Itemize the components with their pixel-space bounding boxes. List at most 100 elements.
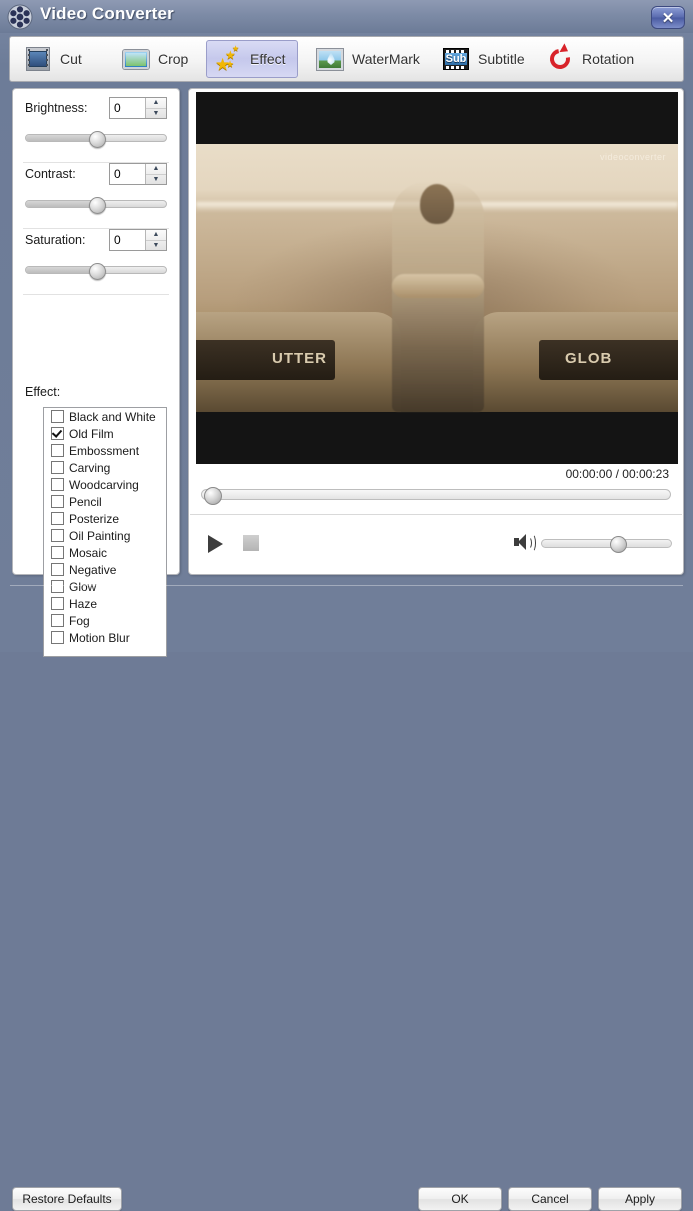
stepper-down-icon[interactable]: ▼: [146, 175, 166, 185]
list-item-label: Oil Painting: [69, 528, 131, 543]
speaker-icon[interactable]: [514, 533, 536, 552]
video-subject-head: [420, 184, 454, 224]
brightness-group: Brightness: 0 ▲ ▼: [13, 93, 179, 157]
video-plate-right: GLOB: [539, 340, 678, 380]
divider: [190, 514, 682, 515]
video-preview[interactable]: UTTER GLOB videoconverter: [196, 92, 678, 464]
list-item[interactable]: Mosaic: [44, 544, 166, 561]
list-item-label: Black and White: [69, 409, 156, 424]
slider-thumb[interactable]: [89, 131, 106, 148]
stepper-up-icon[interactable]: ▲: [146, 230, 166, 241]
tab-label: Subtitle: [478, 51, 525, 67]
tab-subtitle[interactable]: Sub Subtitle: [434, 40, 534, 78]
list-item[interactable]: Carving: [44, 459, 166, 476]
checkbox[interactable]: [51, 427, 64, 440]
saturation-value: 0: [114, 233, 121, 247]
contrast-slider[interactable]: [25, 197, 167, 214]
tab-rotation[interactable]: Rotation: [538, 40, 642, 78]
slider-fill: [26, 135, 96, 141]
list-item-label: Old Film: [69, 426, 114, 441]
list-item[interactable]: Black and White: [44, 408, 166, 425]
crop-frame-icon: [121, 44, 151, 74]
preview-panel: UTTER GLOB videoconverter 00:00:00 / 00:…: [188, 88, 684, 575]
stepper-arrows[interactable]: ▲ ▼: [145, 230, 166, 250]
tab-label: Crop: [158, 51, 189, 67]
brightness-slider[interactable]: [25, 131, 167, 148]
slider-fill: [26, 267, 96, 273]
close-button[interactable]: ✕: [651, 6, 685, 29]
footer-bar: Restore Defaults OK Cancel Apply: [0, 585, 693, 1211]
seek-thumb[interactable]: [204, 487, 222, 505]
tab-label: Rotation: [582, 51, 635, 67]
apply-button[interactable]: Apply: [598, 1187, 682, 1211]
seek-slider[interactable]: [201, 487, 671, 505]
video-subject-arms: [392, 274, 484, 298]
stop-icon[interactable]: [243, 535, 259, 551]
contrast-value: 0: [114, 167, 121, 181]
list-item-label: Carving: [69, 460, 111, 475]
list-item-label: Embossment: [69, 443, 140, 458]
water-drop-icon: [315, 44, 345, 74]
tab-watermark[interactable]: WaterMark: [308, 40, 424, 78]
list-item[interactable]: Oil Painting: [44, 527, 166, 544]
contrast-stepper[interactable]: 0 ▲ ▼: [109, 163, 167, 185]
list-item[interactable]: Posterize: [44, 510, 166, 527]
checkbox[interactable]: [51, 495, 64, 508]
restore-defaults-button[interactable]: Restore Defaults: [12, 1187, 122, 1211]
close-icon: ✕: [661, 9, 675, 27]
saturation-stepper[interactable]: 0 ▲ ▼: [109, 229, 167, 251]
saturation-slider[interactable]: [25, 263, 167, 280]
stepper-up-icon[interactable]: ▲: [146, 98, 166, 109]
checkbox[interactable]: [51, 563, 64, 576]
checkbox[interactable]: [51, 529, 64, 542]
cancel-button[interactable]: Cancel: [508, 1187, 592, 1211]
stepper-down-icon[interactable]: ▼: [146, 109, 166, 119]
checkbox[interactable]: [51, 546, 64, 559]
video-plate-right-text: GLOB: [565, 350, 613, 367]
brightness-stepper[interactable]: 0 ▲ ▼: [109, 97, 167, 119]
stepper-arrows[interactable]: ▲ ▼: [145, 98, 166, 118]
tab-effect[interactable]: ★ ★ ★ ★ Effect: [206, 40, 298, 78]
timecode-display: 00:00:00 / 00:00:23: [565, 467, 669, 481]
ok-button[interactable]: OK: [418, 1187, 502, 1211]
divider: [23, 294, 169, 295]
volume-thumb[interactable]: [609, 536, 627, 553]
list-item-label: Mosaic: [69, 545, 108, 560]
tab-cut[interactable]: Cut: [16, 40, 122, 78]
effect-settings-panel: Brightness: 0 ▲ ▼ Contrast: 0 ▲ ▼ Satura…: [12, 88, 180, 657]
list-item[interactable]: Negative: [44, 561, 166, 578]
list-item[interactable]: Woodcarving: [44, 476, 166, 493]
checkbox[interactable]: [51, 410, 64, 423]
slider-thumb[interactable]: [89, 263, 106, 280]
stars-icon: ★ ★ ★ ★: [215, 44, 240, 74]
checkbox[interactable]: [51, 512, 64, 525]
checkbox[interactable]: [51, 461, 64, 474]
tab-label: Cut: [60, 51, 82, 67]
film-cut-icon: [23, 44, 53, 74]
film-reel-icon: [6, 3, 34, 31]
list-item[interactable]: Old Film: [44, 425, 166, 442]
checkbox[interactable]: [51, 444, 64, 457]
list-item[interactable]: Embossment: [44, 442, 166, 459]
list-item-label: Pencil: [69, 494, 102, 509]
list-item[interactable]: Pencil: [44, 493, 166, 510]
video-frame: UTTER GLOB videoconverter: [196, 144, 678, 412]
stepper-arrows[interactable]: ▲ ▼: [145, 164, 166, 184]
slider-thumb[interactable]: [89, 197, 106, 214]
slider-fill: [26, 201, 96, 207]
stepper-down-icon[interactable]: ▼: [146, 241, 166, 251]
checkbox[interactable]: [51, 478, 64, 491]
video-plate-left-text: UTTER: [272, 350, 327, 367]
video-watermark-text: videoconverter: [599, 152, 666, 162]
list-item-label: Posterize: [69, 511, 120, 526]
list-item-label: Negative: [69, 562, 117, 577]
tab-crop[interactable]: Crop: [114, 40, 214, 78]
volume-slider[interactable]: [541, 536, 672, 553]
brightness-label: Brightness:: [25, 101, 88, 115]
stepper-up-icon[interactable]: ▲: [146, 164, 166, 175]
brightness-value: 0: [114, 101, 121, 115]
title-bar: Video Converter ✕: [0, 0, 693, 33]
application-window: Video Converter ✕ Cut Crop ★ ★ ★ ★ Effec…: [0, 0, 693, 1211]
window-title: Video Converter: [40, 4, 175, 23]
play-icon[interactable]: [203, 532, 227, 556]
